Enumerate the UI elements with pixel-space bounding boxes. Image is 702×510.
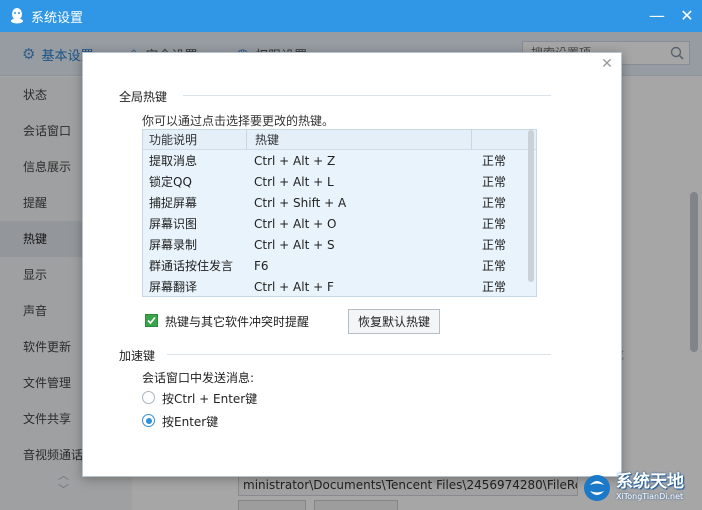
column-header-hotkey: 热键: [247, 130, 472, 150]
ctrl-enter-radio[interactable]: [142, 391, 155, 404]
table-scrollbar[interactable]: [528, 130, 534, 282]
minimize-button[interactable]: —: [642, 0, 672, 32]
row-hotkey[interactable]: Ctrl + Shift + A: [254, 196, 482, 210]
table-row[interactable]: 屏幕识图 Ctrl + Alt + O 正常: [143, 213, 536, 234]
watermark-title: 系统天地: [616, 472, 684, 492]
row-function: 锁定QQ: [149, 175, 192, 189]
hotkey-table: 功能说明 热键 提取消息 Ctrl + Alt + Z 正常 锁定QQ Ctrl…: [142, 129, 537, 297]
row-function: 屏幕录制: [149, 238, 198, 252]
hotkey-dialog: ✕ 全局热键 你可以通过点击选择要更改的热键。 功能说明 热键 提取消息 Ctr…: [82, 52, 622, 477]
conflict-checkbox-label[interactable]: 热键与其它软件冲突时提醒: [165, 313, 309, 330]
enter-radio[interactable]: [142, 414, 155, 427]
dialog-close-button[interactable]: ✕: [599, 56, 615, 72]
window-title: 系统设置: [31, 10, 84, 26]
row-hotkey[interactable]: Ctrl + Alt + S: [254, 238, 482, 252]
watermark-url: XiTongTianDi.net: [616, 492, 684, 501]
watermark-logo-icon: [584, 474, 610, 501]
table-row[interactable]: 群通话按住发言 F6 正常: [143, 255, 536, 276]
title-bar: 系统设置 — ✕: [0, 0, 702, 32]
row-function: 提取消息: [149, 154, 198, 168]
checkmark-icon: [147, 316, 156, 325]
row-hotkey[interactable]: Ctrl + Alt + O: [254, 217, 482, 231]
column-header-status: [472, 130, 536, 150]
row-status: 正常: [482, 259, 507, 273]
row-hotkey[interactable]: Ctrl + Alt + Z: [254, 154, 482, 168]
row-status: 正常: [482, 175, 507, 189]
row-status: 正常: [482, 196, 507, 210]
row-function: 屏幕识图: [149, 217, 198, 231]
site-watermark: 系统天地 XiTongTianDi.net: [582, 465, 702, 510]
row-function: 屏幕翻译: [149, 280, 198, 294]
row-function: 捕捉屏幕: [149, 196, 198, 210]
table-row[interactable]: 提取消息 Ctrl + Alt + Z 正常: [143, 150, 536, 171]
ctrl-enter-radio-label[interactable]: 按Ctrl + Enter键: [162, 390, 257, 407]
table-header: 功能说明 热键: [143, 130, 536, 150]
table-row[interactable]: 锁定QQ Ctrl + Alt + L 正常: [143, 171, 536, 192]
row-hotkey[interactable]: Ctrl + Alt + F: [254, 280, 482, 294]
close-button[interactable]: ✕: [672, 0, 702, 32]
conflict-checkbox[interactable]: [145, 314, 158, 327]
qq-logo-icon: [9, 8, 25, 24]
section-divider: [167, 354, 551, 355]
row-status: 正常: [482, 217, 507, 231]
section-divider: [183, 95, 551, 96]
column-header-function: 功能说明: [143, 130, 247, 150]
row-status: 正常: [482, 238, 507, 252]
enter-radio-label[interactable]: 按Enter键: [162, 413, 218, 430]
table-row[interactable]: 捕捉屏幕 Ctrl + Shift + A 正常: [143, 192, 536, 213]
table-row[interactable]: 屏幕录制 Ctrl + Alt + S 正常: [143, 234, 536, 255]
accelerator-heading: 加速键: [119, 349, 156, 363]
row-hotkey[interactable]: F6: [254, 259, 482, 273]
restore-default-hotkeys-button[interactable]: 恢复默认热键: [348, 309, 440, 334]
hotkey-hint: 你可以通过点击选择要更改的热键。: [142, 114, 335, 128]
row-status: 正常: [482, 280, 507, 294]
send-message-label: 会话窗口中发送消息:: [142, 371, 255, 385]
global-hotkey-heading: 全局热键: [119, 90, 168, 104]
table-row[interactable]: 屏幕翻译 Ctrl + Alt + F 正常: [143, 276, 536, 296]
row-hotkey[interactable]: Ctrl + Alt + L: [254, 175, 482, 189]
row-status: 正常: [482, 154, 507, 168]
row-function: 群通话按住发言: [149, 259, 234, 273]
